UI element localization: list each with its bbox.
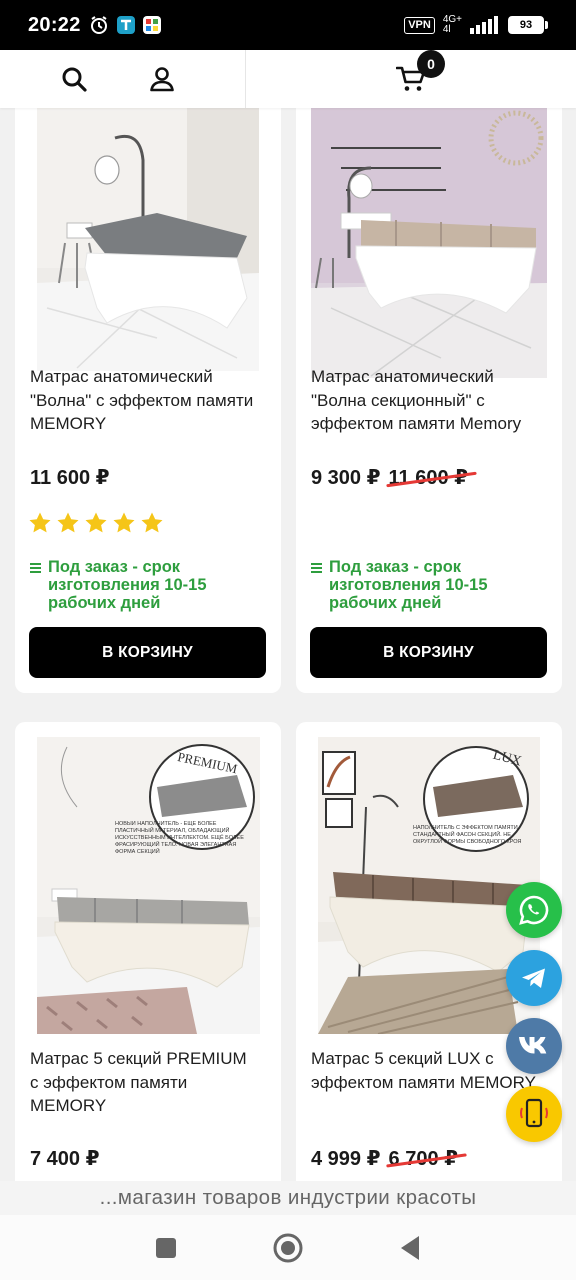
product-card[interactable]: Матрас анатомический "Волна" с эффектом … (15, 108, 281, 693)
cart-button[interactable]: 0 (393, 50, 445, 97)
battery-level: 93 (508, 16, 544, 34)
vpn-badge: VPN (404, 16, 435, 34)
search-button[interactable] (58, 63, 90, 95)
star-icon (85, 512, 107, 533)
status-right: VPN 4G+ 4l 93 (404, 15, 548, 35)
price-current: 7 400 ₽ (30, 1148, 100, 1170)
battery-indicator: 93 (508, 16, 548, 34)
telegram-icon (522, 968, 545, 988)
user-icon (150, 67, 174, 92)
product-image[interactable] (37, 108, 259, 371)
image-caption: НОВЫЙ НАПОЛНИТЕЛЬ - ЕЩЁ БОЛЕЕ ПЛАСТИЧНЫЙ… (115, 821, 244, 855)
alarm-icon (90, 16, 107, 34)
rating-stars (28, 511, 164, 535)
back-icon[interactable] (399, 1235, 421, 1261)
account-button[interactable] (146, 63, 178, 95)
status-left-icons (89, 15, 161, 35)
availability-status: Под заказ - срок изготовления 10-15 рабо… (30, 558, 207, 612)
add-to-cart-button[interactable]: В КОРЗИНУ (29, 627, 266, 678)
price-old: 11 600 ₽ (388, 467, 469, 489)
phone-icon (520, 1098, 548, 1128)
product-card[interactable]: Матрас анатомический "Волна секционный" … (296, 108, 562, 693)
price-current: 9 300 ₽ (311, 467, 381, 489)
telegram-button[interactable] (506, 950, 562, 1006)
whatsapp-icon (519, 895, 549, 925)
star-icon (57, 512, 79, 533)
product-card[interactable]: PREMIUM НОВЫЙ НАПОЛНИТЕЛЬ - ЕЩЁ БОЛЕЕ ПЛ… (15, 722, 281, 1181)
list-icon (311, 558, 322, 612)
search-icon (62, 67, 87, 92)
status-time: 20:22 (28, 13, 81, 36)
star-icon (29, 512, 51, 533)
product-title[interactable]: Матрас анатомический "Волна секционный" … (311, 365, 556, 436)
image-caption: НАПОЛНИТЕЛЬ С ЭФФЕКТОМ ПАМЯТИ. СТАНДАРТН… (413, 825, 522, 845)
system-nav-bar (0, 1215, 576, 1280)
price-current: 4 999 ₽ (311, 1148, 381, 1170)
product-title[interactable]: Матрас 5 секций PREMIUM с эффектом памят… (30, 1047, 275, 1118)
price-row: 9 300 ₽ 11 600 ₽ (311, 465, 468, 490)
phone-button[interactable] (506, 1086, 562, 1142)
price-row: 4 999 ₽ 6 700 ₽ (311, 1146, 458, 1171)
vk-icon (519, 1037, 547, 1054)
price-row: 7 400 ₽ (30, 1146, 100, 1171)
price-old: 6 700 ₽ (388, 1148, 459, 1170)
list-icon (30, 558, 41, 612)
network-label: 4G+ 4l (442, 14, 462, 35)
availability-status: Под заказ - срок изготовления 10-15 рабо… (311, 558, 488, 612)
price-current: 11 600 ₽ (30, 467, 110, 489)
app-t-icon (116, 16, 135, 34)
product-image[interactable] (311, 108, 547, 378)
site-header: 0 (0, 50, 576, 108)
product-image[interactable]: LUX НАПОЛНИТЕЛЬ С ЭФФЕКТОМ ПАМЯТИ. СТАНД… (318, 737, 540, 1034)
header-left (0, 50, 246, 108)
home-icon[interactable] (273, 1233, 303, 1263)
price-row: 11 600 ₽ (30, 465, 110, 490)
footer-banner: ...магазин товаров индустрии красоты (0, 1181, 576, 1215)
signal-icon (470, 16, 498, 34)
product-title[interactable]: Матрас анатомический "Волна" с эффектом … (30, 365, 275, 436)
cart-count-badge: 0 (417, 50, 445, 78)
whatsapp-button[interactable] (506, 882, 562, 938)
status-bar: 20:22 VPN 4G+ 4l 93 (0, 0, 576, 50)
header-right: 0 (246, 50, 576, 108)
recent-apps-icon[interactable] (155, 1237, 177, 1259)
star-icon (141, 512, 163, 533)
vk-button[interactable] (506, 1018, 562, 1074)
star-icon (113, 512, 135, 533)
add-to-cart-button[interactable]: В КОРЗИНУ (310, 627, 547, 678)
app-colorful-icon (142, 16, 161, 34)
product-image[interactable]: PREMIUM НОВЫЙ НАПОЛНИТЕЛЬ - ЕЩЁ БОЛЕЕ ПЛ… (37, 737, 260, 1034)
product-grid: Матрас анатомический "Волна" с эффектом … (0, 108, 576, 1181)
